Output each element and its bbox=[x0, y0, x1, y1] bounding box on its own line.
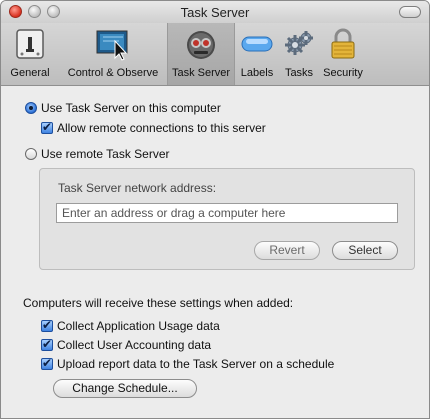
tab-task-server[interactable]: Task Server bbox=[167, 23, 235, 85]
tab-tasks[interactable]: Tasks bbox=[279, 23, 319, 85]
change-schedule-button[interactable]: Change Schedule... bbox=[53, 379, 197, 398]
allow-remote-connections-checkbox[interactable] bbox=[41, 120, 53, 134]
collect-accounting-label: Collect User Accounting data bbox=[57, 338, 212, 352]
collect-accounting-checkbox[interactable] bbox=[41, 337, 53, 351]
tab-tasks-label: Tasks bbox=[284, 67, 314, 79]
use-remote-server-radio[interactable] bbox=[25, 148, 37, 160]
preferences-window: Task Server General Control & Observe Ta… bbox=[0, 0, 430, 419]
allow-remote-connections-option[interactable]: Allow remote connections to this server bbox=[41, 120, 266, 135]
upload-reports-checkbox[interactable] bbox=[41, 356, 53, 370]
use-remote-server-label: Use remote Task Server bbox=[41, 147, 170, 161]
tab-general-label: General bbox=[10, 67, 50, 79]
use-remote-server-option[interactable]: Use remote Task Server bbox=[25, 147, 170, 161]
use-local-server-option[interactable]: Use Task Server on this computer bbox=[25, 101, 221, 115]
tab-security[interactable]: Security bbox=[319, 23, 367, 85]
select-button[interactable]: Select bbox=[332, 241, 398, 260]
control-observe-icon bbox=[96, 30, 128, 61]
upload-reports-label: Upload report data to the Task Server on… bbox=[57, 357, 335, 371]
tab-security-label: Security bbox=[323, 67, 363, 79]
security-icon bbox=[331, 28, 355, 59]
task-server-icon bbox=[187, 31, 215, 59]
tab-control-observe-label: Control & Observe bbox=[67, 67, 159, 79]
toolbar-toggle-button[interactable] bbox=[399, 6, 421, 18]
window-title: Task Server bbox=[180, 5, 250, 20]
toolbar: General Control & Observe Task Server La… bbox=[1, 23, 429, 86]
tab-task-server-label: Task Server bbox=[171, 67, 231, 79]
use-local-server-radio[interactable] bbox=[25, 102, 37, 114]
tab-general[interactable]: General bbox=[1, 23, 59, 85]
defaults-heading: Computers will receive these settings wh… bbox=[23, 296, 294, 310]
collect-usage-option[interactable]: Collect Application Usage data bbox=[41, 318, 220, 333]
collect-usage-checkbox[interactable] bbox=[41, 318, 53, 332]
server-address-field[interactable]: Enter an address or drag a computer here bbox=[56, 203, 398, 223]
tasks-icon bbox=[285, 31, 313, 55]
title-bar[interactable]: Task Server bbox=[1, 1, 429, 23]
collect-usage-label: Collect Application Usage data bbox=[57, 319, 220, 333]
use-local-server-label: Use Task Server on this computer bbox=[41, 101, 221, 115]
tab-control-observe[interactable]: Control & Observe bbox=[59, 23, 167, 85]
upload-reports-option[interactable]: Upload report data to the Task Server on… bbox=[41, 356, 335, 371]
allow-remote-connections-label: Allow remote connections to this server bbox=[57, 121, 266, 135]
revert-button[interactable]: Revert bbox=[254, 241, 320, 260]
labels-icon bbox=[241, 36, 273, 52]
task-server-pane: Use Task Server on this computer Allow r… bbox=[1, 86, 429, 418]
server-address-label: Task Server network address: bbox=[58, 181, 217, 195]
general-icon bbox=[16, 29, 44, 59]
tab-labels-label: Labels bbox=[240, 67, 274, 79]
tab-labels[interactable]: Labels bbox=[235, 23, 279, 85]
remote-server-group: Task Server network address: Enter an ad… bbox=[39, 168, 415, 270]
collect-accounting-option[interactable]: Collect User Accounting data bbox=[41, 337, 212, 352]
